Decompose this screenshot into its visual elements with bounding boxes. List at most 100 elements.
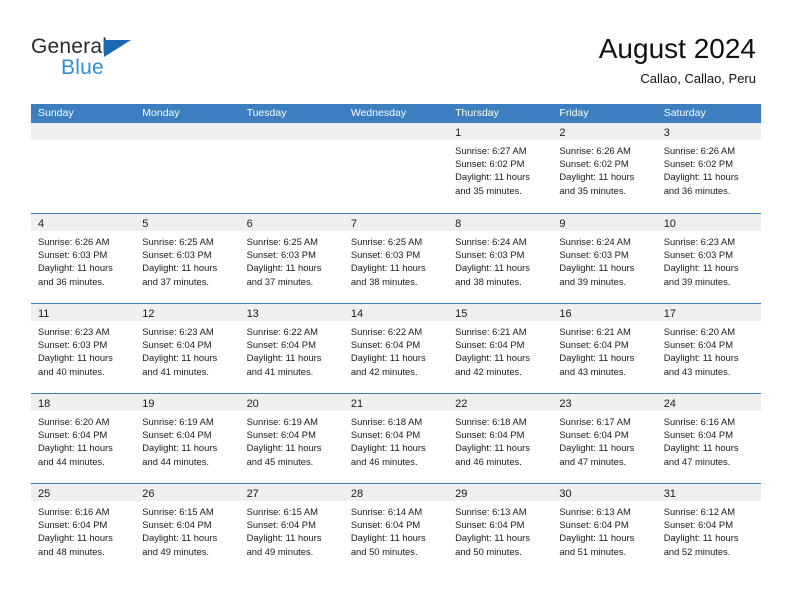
sunrise-text: Sunrise: 6:24 AM xyxy=(559,236,631,247)
day-number: 5 xyxy=(142,218,149,230)
day-number: 10 xyxy=(663,218,676,230)
day-info: Sunrise: 6:20 AM Sunset: 6:04 PM Daylight:… xyxy=(657,321,761,378)
brand-logo[interactable]: General Blue xyxy=(31,36,211,84)
daylight-text-line1: Daylight: 11 hours xyxy=(142,442,218,454)
daylight-text-line2: and 42 minutes. xyxy=(455,365,522,377)
day-number-band: 30 xyxy=(552,484,657,501)
day-number-band: 7 xyxy=(343,214,449,231)
daylight-text-line1: Daylight: 11 hours xyxy=(559,442,635,454)
daylight-text-line2: and 44 minutes. xyxy=(38,455,105,467)
day-cell[interactable]: 26 Sunrise: 6:15 AM Sunset: 6:04 PM Dayligh… xyxy=(135,484,240,573)
day-number-band: 19 xyxy=(135,394,240,411)
day-cell[interactable]: 8 Sunrise: 6:24 AM Sunset: 6:03 PM Daylight… xyxy=(448,214,553,303)
day-number: 28 xyxy=(350,488,364,500)
day-number-band xyxy=(135,123,240,140)
daylight-text-line2: and 37 minutes. xyxy=(246,275,314,287)
day-number: 18 xyxy=(38,398,51,410)
day-info: Sunrise: 6:26 AM Sunset: 6:02 PM Daylight:… xyxy=(552,140,656,197)
day-cell[interactable]: 15 Sunrise: 6:21 AM Sunset: 6:04 PM Dayligh… xyxy=(448,304,553,393)
sunrise-text: Sunrise: 6:23 AM xyxy=(663,236,736,247)
daylight-text-line2: and 50 minutes. xyxy=(455,545,522,557)
daylight-text-line2: and 38 minutes. xyxy=(455,275,522,287)
day-cell[interactable]: 11 Sunrise: 6:23 AM Sunset: 6:03 PM Dayligh… xyxy=(31,304,136,393)
daylight-text-line1: Daylight: 11 hours xyxy=(559,262,635,274)
day-cell-empty xyxy=(31,123,136,213)
day-cell[interactable]: 9 Sunrise: 6:24 AM Sunset: 6:03 PM Daylight… xyxy=(552,214,657,303)
sunrise-text: Sunrise: 6:27 AM xyxy=(455,145,527,156)
weekday-header-tuesday: Tuesday xyxy=(246,107,287,119)
day-cell[interactable]: 14 Sunrise: 6:22 AM Sunset: 6:04 PM Dayligh… xyxy=(343,304,449,393)
day-cell[interactable]: 16 Sunrise: 6:21 AM Sunset: 6:04 PM Dayligh… xyxy=(552,304,657,393)
day-cell[interactable]: 22 Sunrise: 6:18 AM Sunset: 6:04 PM Dayligh… xyxy=(448,394,553,483)
daylight-text-line2: and 46 minutes. xyxy=(455,455,522,467)
day-info: Sunrise: 6:26 AM Sunset: 6:03 PM Daylight:… xyxy=(31,231,135,288)
day-cell[interactable]: 27 Sunrise: 6:15 AM Sunset: 6:04 PM Dayligh… xyxy=(239,484,344,573)
day-cell[interactable]: 7 Sunrise: 6:25 AM Sunset: 6:03 PM Daylight… xyxy=(343,214,449,303)
day-cell[interactable]: 12 Sunrise: 6:23 AM Sunset: 6:04 PM Dayligh… xyxy=(135,304,240,393)
day-info: Sunrise: 6:25 AM Sunset: 6:03 PM Daylight:… xyxy=(240,231,344,288)
day-number-band: 11 xyxy=(31,304,136,321)
day-cell[interactable]: 4 Sunrise: 6:26 AM Sunset: 6:03 PM Daylight… xyxy=(31,214,136,303)
title-block: August 2024 Callao, Callao, Peru xyxy=(599,32,756,88)
calendar-week-row: 4 Sunrise: 6:26 AM Sunset: 6:03 PM Daylight… xyxy=(31,213,761,303)
sunset-text: Sunset: 6:04 PM xyxy=(663,339,733,351)
day-info: Sunrise: 6:14 AM Sunset: 6:04 PM Daylight:… xyxy=(344,501,448,558)
sunset-text: Sunset: 6:04 PM xyxy=(246,429,316,441)
sunset-text: Sunset: 6:03 PM xyxy=(559,249,629,261)
day-cell[interactable]: 1 Sunrise: 6:27 AM Sunset: 6:02 PM Daylight… xyxy=(448,123,553,213)
day-number-band: 29 xyxy=(448,484,553,501)
day-cell[interactable]: 19 Sunrise: 6:19 AM Sunset: 6:04 PM Dayligh… xyxy=(135,394,240,483)
day-cell[interactable]: 23 Sunrise: 6:17 AM Sunset: 6:04 PM Dayligh… xyxy=(552,394,657,483)
daylight-text-line1: Daylight: 11 hours xyxy=(246,262,322,274)
day-info: Sunrise: 6:13 AM Sunset: 6:04 PM Daylight:… xyxy=(552,501,656,558)
calendar-week-row: 1 Sunrise: 6:27 AM Sunset: 6:02 PM Daylight… xyxy=(31,123,761,213)
day-number: 12 xyxy=(142,308,155,320)
sunrise-text: Sunrise: 6:26 AM xyxy=(663,145,736,156)
sunrise-text: Sunrise: 6:19 AM xyxy=(246,416,318,427)
day-cell[interactable]: 28 Sunrise: 6:14 AM Sunset: 6:04 PM Dayligh… xyxy=(343,484,449,573)
day-info: Sunrise: 6:18 AM Sunset: 6:04 PM Daylight:… xyxy=(344,411,448,468)
day-cell[interactable]: 5 Sunrise: 6:25 AM Sunset: 6:03 PM Daylight… xyxy=(135,214,240,303)
daylight-text-line2: and 45 minutes. xyxy=(246,455,314,467)
daylight-text-line1: Daylight: 11 hours xyxy=(350,442,426,454)
day-number: 15 xyxy=(455,308,468,320)
daylight-text-line2: and 49 minutes. xyxy=(246,545,314,557)
day-cell[interactable]: 20 Sunrise: 6:19 AM Sunset: 6:04 PM Dayligh… xyxy=(239,394,344,483)
daylight-text-line1: Daylight: 11 hours xyxy=(246,532,322,544)
weekday-header-monday: Monday xyxy=(142,107,180,119)
day-info: Sunrise: 6:23 AM Sunset: 6:03 PM Daylight:… xyxy=(657,231,761,288)
day-cell[interactable]: 13 Sunrise: 6:22 AM Sunset: 6:04 PM Dayligh… xyxy=(239,304,344,393)
day-cell[interactable]: 17 Sunrise: 6:20 AM Sunset: 6:04 PM Dayligh… xyxy=(656,304,761,393)
day-cell[interactable]: 24 Sunrise: 6:16 AM Sunset: 6:04 PM Dayligh… xyxy=(656,394,761,483)
day-cell[interactable]: 30 Sunrise: 6:13 AM Sunset: 6:04 PM Dayligh… xyxy=(552,484,657,573)
day-cell[interactable]: 31 Sunrise: 6:12 AM Sunset: 6:04 PM Dayligh… xyxy=(656,484,761,573)
day-cell[interactable]: 10 Sunrise: 6:23 AM Sunset: 6:03 PM Dayligh… xyxy=(656,214,761,303)
day-cell[interactable]: 3 Sunrise: 6:26 AM Sunset: 6:02 PM Daylight… xyxy=(656,123,761,213)
sunset-text: Sunset: 6:04 PM xyxy=(142,429,212,441)
day-cell[interactable]: 29 Sunrise: 6:13 AM Sunset: 6:04 PM Dayligh… xyxy=(448,484,553,573)
day-cell[interactable]: 25 Sunrise: 6:16 AM Sunset: 6:04 PM Dayligh… xyxy=(31,484,136,573)
day-cell[interactable]: 18 Sunrise: 6:20 AM Sunset: 6:04 PM Dayligh… xyxy=(31,394,136,483)
daylight-text-line1: Daylight: 11 hours xyxy=(663,171,739,183)
weekday-header-wednesday: Wednesday xyxy=(350,107,407,119)
day-cell[interactable]: 2 Sunrise: 6:26 AM Sunset: 6:02 PM Daylight… xyxy=(552,123,657,213)
sunrise-text: Sunrise: 6:15 AM xyxy=(246,506,318,517)
daylight-text-line1: Daylight: 11 hours xyxy=(38,532,113,544)
day-number: 23 xyxy=(559,398,572,410)
daylight-text-line1: Daylight: 11 hours xyxy=(559,352,635,364)
day-number-band: 26 xyxy=(135,484,240,501)
day-number-band: 15 xyxy=(448,304,553,321)
daylight-text-line2: and 40 minutes. xyxy=(38,365,105,377)
sunrise-text: Sunrise: 6:14 AM xyxy=(350,506,423,517)
day-number: 2 xyxy=(559,127,566,139)
day-info: Sunrise: 6:20 AM Sunset: 6:04 PM Daylight:… xyxy=(31,411,135,468)
day-cell[interactable]: 6 Sunrise: 6:25 AM Sunset: 6:03 PM Daylight… xyxy=(239,214,344,303)
daylight-text-line2: and 38 minutes. xyxy=(350,275,418,287)
daylight-text-line2: and 41 minutes. xyxy=(246,365,314,377)
day-cell[interactable]: 21 Sunrise: 6:18 AM Sunset: 6:04 PM Dayligh… xyxy=(343,394,449,483)
day-number-band xyxy=(31,123,136,140)
day-number-band: 13 xyxy=(239,304,344,321)
daylight-text-line1: Daylight: 11 hours xyxy=(246,442,322,454)
sunset-text: Sunset: 6:04 PM xyxy=(559,429,629,441)
day-number-band: 27 xyxy=(239,484,344,501)
